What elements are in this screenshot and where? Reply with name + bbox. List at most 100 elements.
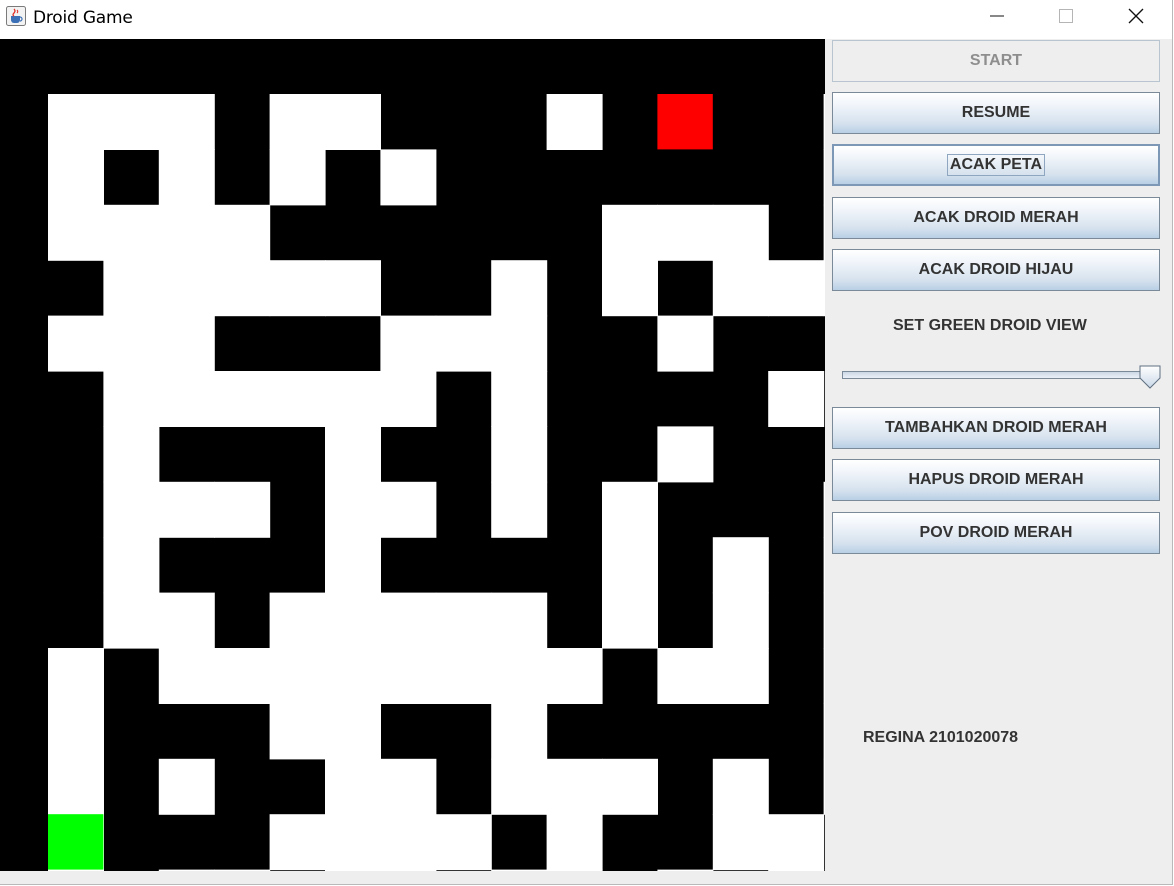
maze-path-cell <box>657 204 714 261</box>
maze-path-cell <box>269 371 326 427</box>
maze-path-cell <box>325 648 381 704</box>
maze-path-cell <box>380 481 437 538</box>
control-panel: START RESUME ACAK PETA ACAK DROID MERAH … <box>826 39 1172 884</box>
maze-path-cell <box>103 315 160 372</box>
maze-path-cell <box>158 149 215 206</box>
maximize-icon <box>1059 9 1073 23</box>
maze-path-cell <box>214 648 271 704</box>
acak-droid-hijau-button[interactable]: ACAK DROID HIJAU <box>832 249 1160 291</box>
maze-path-cell <box>546 814 603 871</box>
acak-droid-merah-button[interactable]: ACAK DROID MERAH <box>832 197 1160 239</box>
maze-path-cell <box>491 592 548 649</box>
maze-path-cell <box>158 869 215 871</box>
hapus-droid-merah-button[interactable]: HAPUS DROID MERAH <box>832 459 1160 501</box>
maze-path-cell <box>380 315 437 372</box>
maze-path-cell <box>435 648 492 704</box>
maze-path-cell <box>546 758 603 815</box>
maze-path-cell <box>48 204 104 261</box>
window-title: Droid Game <box>33 8 133 28</box>
maze-path-cell <box>491 481 548 538</box>
maze-path-cell <box>158 648 215 704</box>
acak-peta-button[interactable]: ACAK PETA <box>832 144 1160 186</box>
red-droid <box>657 94 713 150</box>
maze-path-cell <box>712 204 769 261</box>
maze-path-cell <box>158 260 215 317</box>
maze-path-cell <box>712 814 769 871</box>
maze-path-cell <box>103 94 160 150</box>
slider-track[interactable] <box>842 371 1156 379</box>
maze-path-cell <box>823 592 825 649</box>
maze-path-cell <box>491 315 548 372</box>
maze-path-cell <box>712 260 769 317</box>
maze-path-cell <box>48 703 104 760</box>
pov-droid-merah-button[interactable]: POV DROID MERAH <box>832 512 1160 554</box>
green-droid-view-slider[interactable] <box>842 365 1162 389</box>
maze-path-cell <box>325 371 381 427</box>
maze-path-cell <box>325 592 381 649</box>
maze-path-cell <box>491 260 548 317</box>
maze-board[interactable] <box>0 39 825 871</box>
maze-path-cell <box>491 869 548 871</box>
maze-path-cell <box>823 204 825 261</box>
close-button[interactable] <box>1113 0 1159 32</box>
maze-path-cell <box>269 260 326 317</box>
maze-path-cell <box>712 537 769 594</box>
green-droid <box>48 814 104 870</box>
maze-path-cell <box>325 481 381 538</box>
maze-path-cell <box>435 814 492 871</box>
maze-path-cell <box>269 648 326 704</box>
maze-path-cell <box>103 426 160 483</box>
maze-path-cell <box>546 94 603 150</box>
maze-path-cell <box>380 648 437 704</box>
maze-path-cell <box>546 869 603 871</box>
maze-path-cell <box>103 371 160 427</box>
maze-path-cell <box>269 94 326 150</box>
maze-path-cell <box>103 481 160 538</box>
maze-path-cell <box>602 758 658 815</box>
maze-path-cell <box>823 481 825 538</box>
slider-thumb[interactable] <box>1139 365 1161 389</box>
droid-game-window: Droid Game START RESUME ACAK PETA ACAK D… <box>0 0 1173 885</box>
maze-path-cell <box>546 648 603 704</box>
maze-path-cell <box>491 703 548 760</box>
maze-path-cell <box>214 869 271 871</box>
maze-path-cell <box>103 260 160 317</box>
green-droid-view-label: SET GREEN DROID VIEW <box>893 317 1087 334</box>
maze-path-cell <box>380 592 437 649</box>
maze-path-cell <box>325 814 381 871</box>
maze-path-cell <box>435 592 492 649</box>
maze-path-cell <box>48 869 104 871</box>
minimize-button[interactable] <box>974 0 1020 32</box>
maze-path-cell <box>491 371 548 427</box>
maze-path-cell <box>103 204 160 261</box>
maze-path-cell <box>823 537 825 594</box>
maze-path-cell <box>823 703 825 760</box>
maze-path-cell <box>269 149 326 206</box>
maze-path-cell <box>214 371 271 427</box>
maze-path-cell <box>48 149 104 206</box>
maze-path-cell <box>712 592 769 649</box>
maximize-button[interactable] <box>1043 0 1089 32</box>
maze-path-cell <box>214 260 271 317</box>
content-pane: START RESUME ACAK PETA ACAK DROID MERAH … <box>0 39 1172 884</box>
maze-path-cell <box>48 758 104 815</box>
maze-path-cell <box>380 149 437 206</box>
maze-path-cell <box>48 94 104 150</box>
maze-path-cell <box>48 648 104 704</box>
maze-path-cell <box>823 94 825 150</box>
maze-path-cell <box>48 315 104 372</box>
maze-path-cell <box>602 537 658 594</box>
maze-path-cell <box>325 426 381 483</box>
maze-path-cell <box>325 758 381 815</box>
maze-path-cell <box>768 814 825 871</box>
maze-canvas <box>48 94 825 871</box>
maze-path-cell <box>380 371 437 427</box>
resume-button[interactable]: RESUME <box>832 92 1160 134</box>
maze-path-cell <box>269 814 326 871</box>
tambahkan-droid-merah-button[interactable]: TAMBAHKAN DROID MERAH <box>832 407 1160 449</box>
start-button[interactable]: START <box>832 40 1160 82</box>
maze-path-cell <box>325 703 381 760</box>
maze-path-cell <box>214 204 271 261</box>
maze-path-cell <box>380 869 437 871</box>
maze-path-cell <box>158 204 215 261</box>
